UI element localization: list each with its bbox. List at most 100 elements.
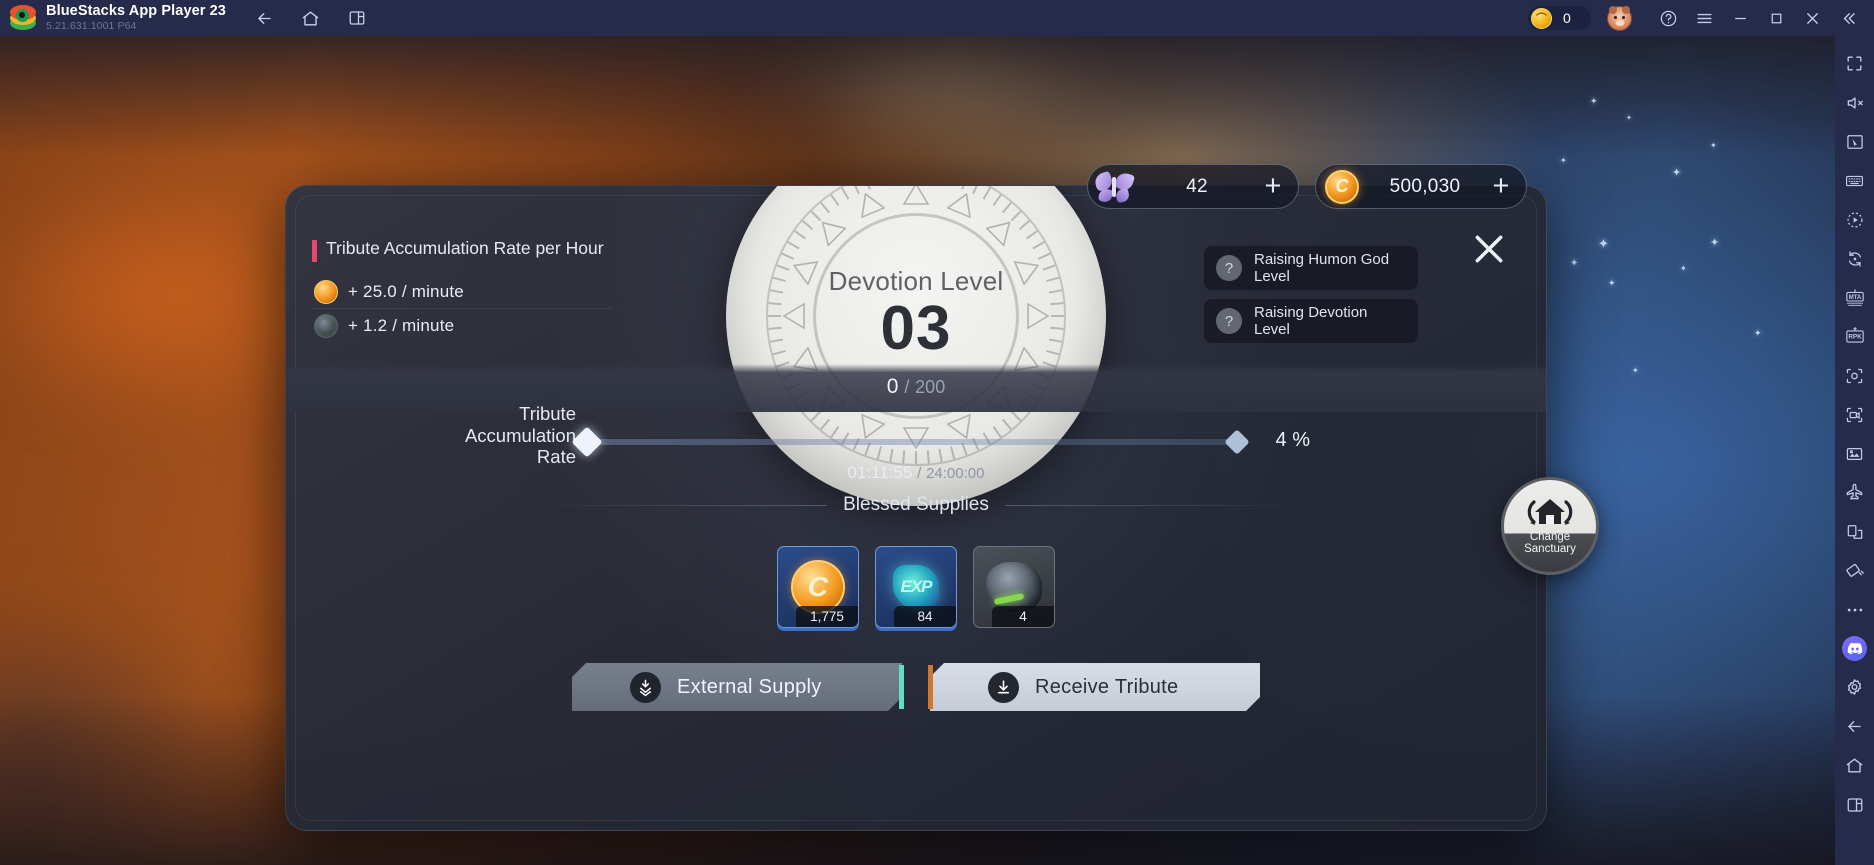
more-dots-icon[interactable]: [1835, 590, 1874, 629]
divider-left: [527, 504, 828, 506]
discord-icon[interactable]: [1835, 629, 1874, 668]
tribute-rate-header: Tribute Accumulation Rate per Hour: [312, 238, 612, 262]
minimize-icon[interactable]: [1722, 0, 1758, 36]
slider-label: Tribute Accumulation Rate: [464, 403, 576, 468]
rotate-icon[interactable]: [1835, 551, 1874, 590]
panel-close-button[interactable]: [1462, 222, 1516, 276]
double-chevron-left-icon[interactable]: [1830, 0, 1866, 36]
multi-instance-icon[interactable]: [1835, 512, 1874, 551]
help-circle-icon[interactable]: [1650, 0, 1686, 36]
app-title-block: BlueStacks App Player 23 5.21.631.1001 P…: [46, 4, 226, 31]
avatar[interactable]: [1607, 5, 1632, 31]
sync-icon[interactable]: [1835, 239, 1874, 278]
bluestacks-sidebar: MTA RPK: [1835, 36, 1874, 865]
app-title: BlueStacks App Player 23: [46, 3, 226, 20]
supply-item-exp[interactable]: EXP 84: [875, 546, 957, 628]
devotion-level-value: 03: [880, 294, 952, 363]
airplane-icon[interactable]: [1835, 473, 1874, 512]
timer-max: 24:00:00: [926, 465, 985, 482]
macro-play-icon[interactable]: [1835, 200, 1874, 239]
slider-track[interactable]: [584, 439, 1236, 445]
gold-coin-icon: [314, 279, 338, 304]
progress-max: 200: [915, 377, 946, 397]
tribute-accumulation-slider[interactable]: Tribute Accumulation Rate 4 % 01:11:55 /…: [286, 403, 1546, 482]
slider-knob-left[interactable]: [571, 426, 603, 458]
change-sanctuary-button[interactable]: Change Sanctuary: [1501, 477, 1599, 575]
help-button-label: Raising Humon God Level: [1254, 250, 1390, 285]
help-button-humon-god[interactable]: ? Raising Humon God Level: [1204, 246, 1418, 290]
timer-current: 01:11:55: [847, 463, 913, 482]
question-mark-icon: ?: [1216, 255, 1242, 281]
relic-icon: [314, 314, 338, 338]
cursor-pointer-icon[interactable]: [1835, 122, 1874, 161]
rpk-icon[interactable]: RPK: [1835, 317, 1874, 356]
close-icon[interactable]: [1794, 0, 1830, 36]
progress-separator: /: [904, 377, 910, 397]
window-controls: ⌒ 0: [1528, 0, 1874, 36]
external-supply-button[interactable]: External Supply: [572, 663, 904, 711]
hamburger-menu-icon[interactable]: [1686, 0, 1722, 36]
record-video-icon[interactable]: [1835, 395, 1874, 434]
tribute-rate-row: + 25.0 / minute: [312, 275, 612, 309]
blessed-supplies-list: C 1,775 EXP 84 4: [286, 546, 1546, 628]
butterfly-icon: [1092, 169, 1136, 205]
bluestacks-logo-icon: [10, 5, 36, 31]
supply-item-gold[interactable]: C 1,775: [777, 546, 859, 628]
supply-drop-icon: [630, 671, 661, 703]
tribute-rate-title: Tribute Accumulation Rate per Hour: [326, 238, 604, 258]
supply-item-qty: 4: [992, 606, 1054, 627]
supply-item-qty: 1,775: [796, 606, 858, 627]
sanctuary-label-line2: Sanctuary: [1524, 543, 1576, 556]
devotion-progress: 0 / 200: [286, 375, 1546, 399]
supply-item-relic[interactable]: 4: [973, 546, 1055, 628]
maximize-icon[interactable]: [1758, 0, 1794, 36]
help-button-label: Raising Devotion Level: [1254, 303, 1368, 338]
background-vignette-top: [0, 36, 1835, 156]
devotion-level-label: Devotion Level: [828, 266, 1004, 296]
receive-tribute-button[interactable]: Receive Tribute: [928, 663, 1260, 711]
game-viewport: ✦ ✦ ✦ ✦ ✦ ✦ ✦ ✦ ✦ ✦ ✦ ✦ 42 + C 500,030 +…: [0, 36, 1835, 865]
devotion-panel: Tribute Accumulation Rate per Hour + 25.…: [285, 185, 1547, 831]
panel-actions: External Supply Receive Tribute: [286, 663, 1546, 711]
app-window: BlueStacks App Player 23 5.21.631.1001 P…: [0, 0, 1874, 865]
currency-pill-butterfly[interactable]: 42 +: [1087, 164, 1299, 209]
gold-add-button[interactable]: +: [1484, 170, 1518, 204]
tribute-rate-relic: + 1.2 / minute: [348, 316, 455, 335]
screenshot-icon[interactable]: [1835, 356, 1874, 395]
gear-icon[interactable]: [1835, 668, 1874, 707]
slider-percent: 4 %: [1275, 429, 1310, 451]
external-supply-label: External Supply: [677, 675, 822, 698]
house-signal-icon: [1524, 493, 1576, 529]
recents-icon[interactable]: [1835, 785, 1874, 824]
back-arrow-icon[interactable]: [1835, 707, 1874, 746]
progress-current: 0: [886, 375, 899, 398]
keyboard-icon[interactable]: [1835, 161, 1874, 200]
question-mark-icon: ?: [1216, 308, 1242, 334]
media-gallery-icon[interactable]: [1835, 434, 1874, 473]
recents-icon[interactable]: [344, 5, 370, 31]
tribute-rate-box: Tribute Accumulation Rate per Hour + 25.…: [312, 238, 612, 343]
blessed-supplies-title: Blessed Supplies: [843, 494, 989, 515]
download-circle-icon: [988, 671, 1019, 703]
title-nav-group: [252, 5, 370, 31]
help-button-group: ? Raising Humon God Level ? Raising Devo…: [1204, 246, 1418, 343]
mute-icon[interactable]: [1835, 83, 1874, 122]
butterfly-add-button[interactable]: +: [1256, 170, 1290, 204]
fullscreen-icon[interactable]: [1835, 44, 1874, 83]
currency-bar: 42 + C 500,030 +: [1087, 164, 1527, 209]
receive-tribute-label: Receive Tribute: [1035, 675, 1179, 698]
slider-knob-right[interactable]: [1224, 429, 1250, 455]
svg-text:MTA: MTA: [1848, 294, 1861, 300]
home-icon[interactable]: [1835, 746, 1874, 785]
supply-item-qty: 84: [894, 606, 956, 627]
points-pill[interactable]: ⌒ 0: [1528, 6, 1591, 30]
back-arrow-icon[interactable]: [252, 5, 278, 31]
help-button-devotion[interactable]: ? Raising Devotion Level: [1204, 299, 1418, 343]
home-icon[interactable]: [298, 5, 324, 31]
medallion-text: Devotion Level 03: [726, 266, 1106, 360]
tribute-timer: 01:11:55 / 24:00:00: [286, 463, 1546, 483]
mta-icon[interactable]: MTA: [1835, 278, 1874, 317]
tribute-rate-gold: + 25.0 / minute: [348, 281, 464, 301]
currency-pill-gold[interactable]: C 500,030 +: [1315, 164, 1527, 209]
points-value: 0: [1563, 10, 1571, 26]
